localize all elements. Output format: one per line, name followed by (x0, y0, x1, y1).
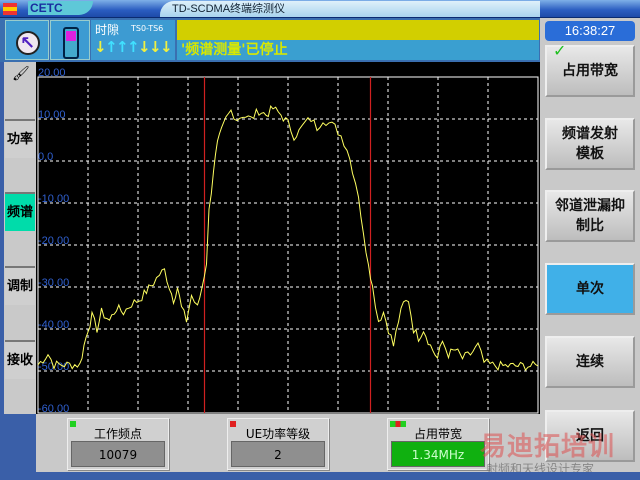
title-bar: CETC TD-SCDMA终端综测仪 (0, 0, 640, 18)
tab-power[interactable]: 功率 (5, 119, 35, 158)
brush-icon: 🖌 (12, 66, 30, 82)
button-label: 连续 (576, 354, 604, 370)
downlink-arrow-icon: ↓ (160, 38, 173, 56)
continuous-button[interactable]: 连续 (545, 336, 635, 388)
y-tick-label: -40.00 (38, 319, 69, 331)
watermark: 易迪拓培训 (480, 432, 616, 462)
card-label: 占用带宽 (413, 427, 462, 441)
antenna-dish-icon: ↖ (5, 20, 49, 60)
aclr-button[interactable]: 邻道泄漏抑制比 (545, 190, 635, 242)
y-tick-label: -10.00 (38, 193, 69, 205)
y-tick-label: 20.00 (38, 67, 66, 79)
timeslot-panel: 时隙 TS0-TS6 ↓ ↑ ↑ ↑ ↓ ↓ ↓ (91, 20, 175, 60)
footer-bar (0, 472, 640, 480)
tab-label: 调制 (6, 279, 33, 294)
spectrum-mask-button[interactable]: 频谱发射模板 (545, 118, 635, 170)
card-value: 10079 (71, 441, 165, 467)
brand: CETC (28, 1, 93, 15)
tab-spectrum[interactable]: 频谱 (5, 192, 35, 231)
mobile-phone-icon (50, 20, 90, 60)
single-button[interactable]: 单次 (545, 263, 635, 315)
button-label: 频谱发射模板 (562, 126, 618, 162)
y-tick-label: 10.00 (38, 109, 66, 121)
y-tick-label: 0.0 (38, 151, 53, 163)
spectrum-plot: 20.0010.000.0-10.00-20.00-30.00-40.00-50… (36, 62, 540, 414)
card-value: 2 (231, 441, 325, 467)
tab-modulation[interactable]: 调制 (5, 266, 35, 305)
card-occupied-bandwidth: 占用带宽 1.34MHz (387, 418, 489, 470)
card-working-frequency: 工作频点 10079 (67, 418, 169, 470)
card-label: 工作频点 (93, 427, 142, 441)
card-value: 1.34MHz (391, 441, 485, 467)
y-tick-label: -20.00 (38, 235, 69, 247)
status-bar-top (177, 20, 539, 40)
occupied-bandwidth-button[interactable]: ✓ 占用带宽 (545, 41, 635, 97)
timeslot-range: TS0-TS6 (131, 24, 164, 33)
button-label: 占用带宽 (562, 63, 618, 79)
y-tick-label: -30.00 (38, 277, 69, 289)
clock: 16:38:27 (545, 21, 635, 41)
tab-label: 频谱 (6, 205, 33, 220)
y-tick-label: -60.00 (38, 403, 69, 414)
app-logo-icon (3, 3, 17, 15)
tab-label: 功率 (6, 132, 33, 147)
timeslot-label: 时隙 (95, 23, 120, 37)
button-label: 单次 (576, 281, 604, 297)
card-ue-power-class: UE功率等级 2 (227, 418, 329, 470)
button-label: 邻道泄漏抑制比 (555, 198, 625, 234)
tab-receive[interactable]: 接收 (5, 340, 35, 379)
tab-label: 接收 (6, 353, 33, 368)
check-icon: ✓ (553, 41, 567, 60)
window-title: TD-SCDMA终端综测仪 (160, 1, 540, 17)
status-message: '频谱测量'已停止 (177, 40, 539, 60)
card-label: UE功率等级 (245, 427, 311, 441)
